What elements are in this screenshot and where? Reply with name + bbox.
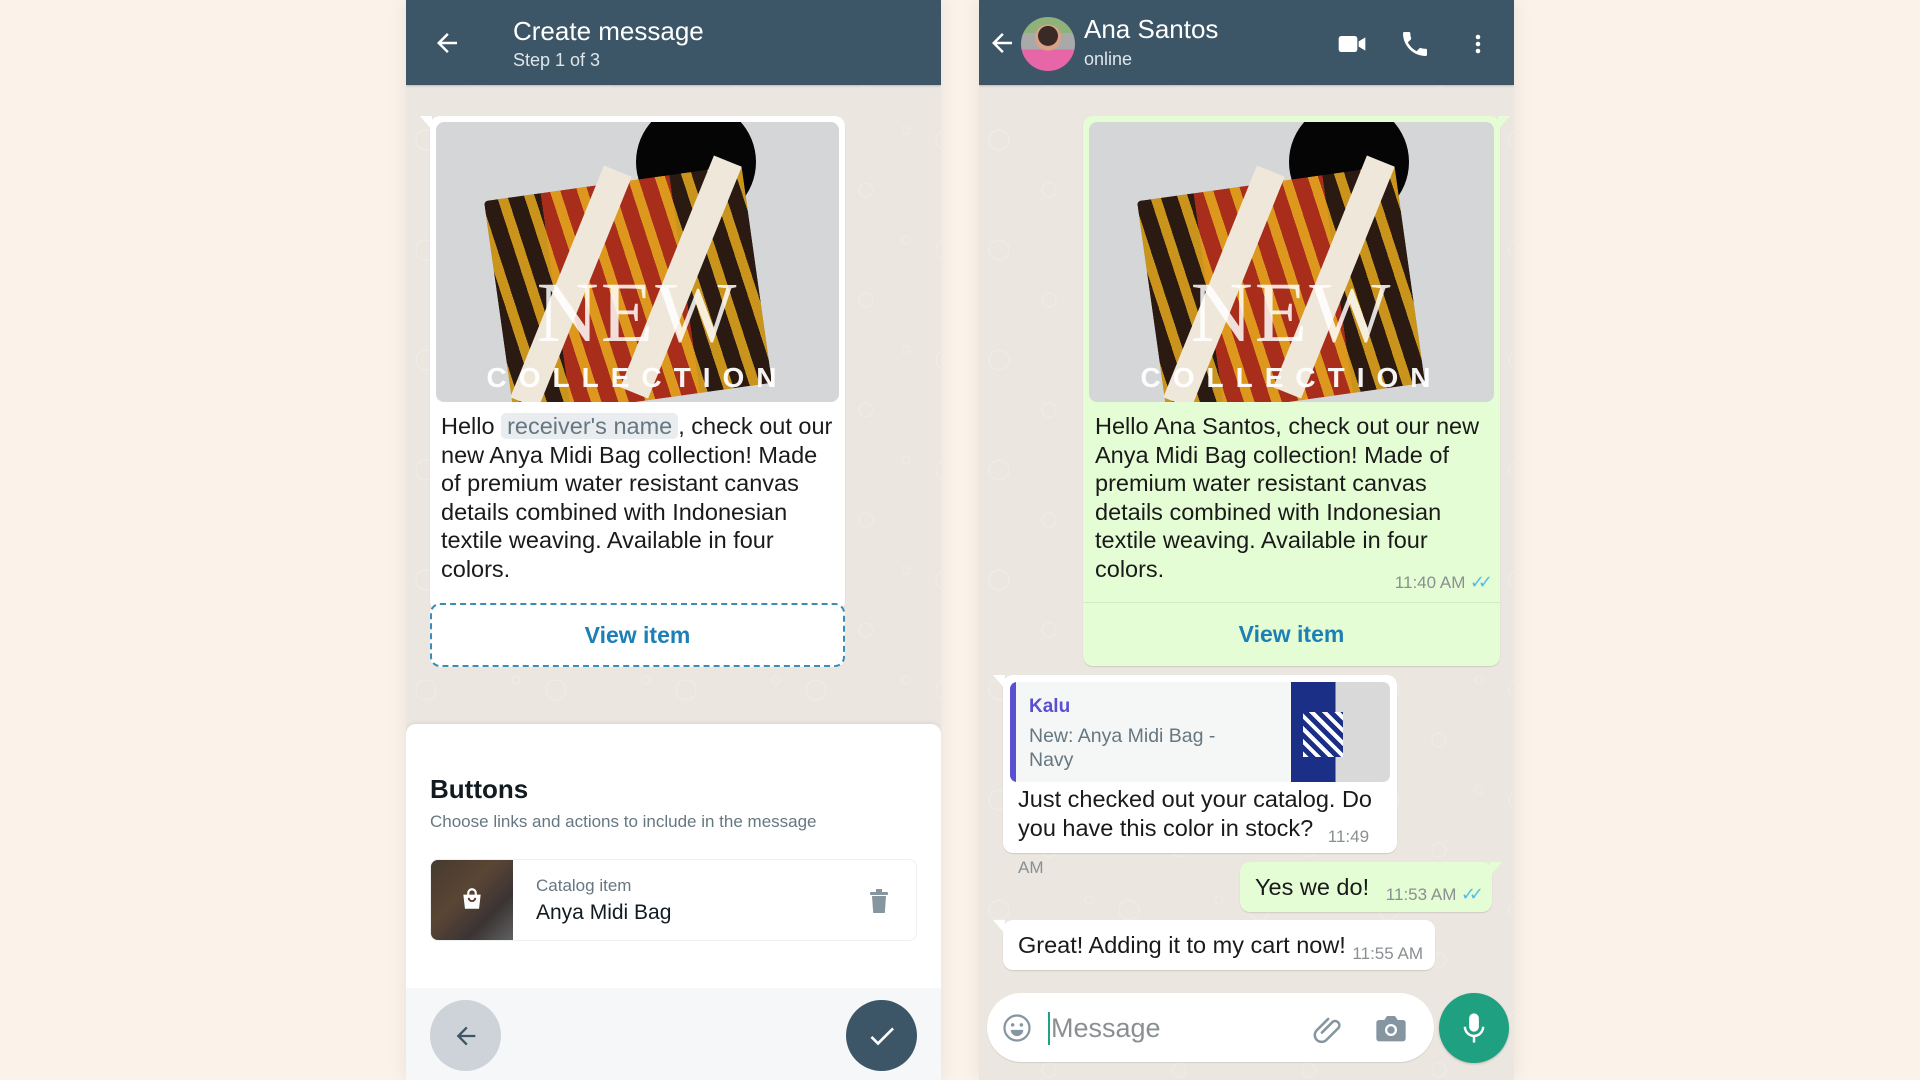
message-incoming-reply: Kalu New: Anya Midi Bag - Navy Just chec…	[993, 675, 1397, 877]
message-text: Yes we do!	[1255, 874, 1370, 900]
camera-icon[interactable]	[1375, 1013, 1407, 1043]
promo-image: NEW COLLECTION	[436, 122, 839, 402]
chat-screen: Ana Santos online NEW COLLECTION Hello A…	[979, 0, 1514, 1080]
catalog-item-type: Catalog item	[536, 876, 632, 895]
double-check-icon: ✓✓	[1469, 572, 1493, 592]
view-item-button-preview[interactable]: View item	[430, 603, 845, 667]
message-text-before: Hello	[441, 413, 502, 439]
arrow-left-icon	[456, 1026, 475, 1045]
catalog-item-name: Anya Midi Bag	[536, 901, 672, 924]
check-icon	[870, 1026, 894, 1045]
message-outgoing-reply: Yes we do! 11:53 AM ✓✓	[1240, 862, 1502, 912]
quote-thumbnail	[1291, 682, 1390, 782]
quoted-product[interactable]: Kalu New: Anya Midi Bag - Navy	[1010, 682, 1390, 782]
image-overlay-title: NEW	[536, 264, 739, 360]
arrow-left-icon[interactable]	[987, 28, 1017, 58]
image-overlay-subtitle: COLLECTION	[486, 362, 789, 393]
text-cursor	[1048, 1012, 1050, 1045]
buttons-sheet: Buttons Choose links and actions to incl…	[406, 724, 941, 1080]
message-meta: 11:40 AM ✓✓	[1394, 572, 1493, 593]
bubble-tail	[993, 920, 1005, 934]
message-text: Great! Adding it to my cart now!	[1018, 932, 1346, 958]
bubble-tail	[993, 675, 1005, 689]
image-overlay-subtitle: COLLECTION	[1140, 362, 1443, 393]
bubble-tail	[420, 116, 432, 130]
confirm-button[interactable]	[846, 1000, 917, 1071]
message-text: Hello Ana Santos, check out our new Anya…	[1095, 413, 1480, 582]
step-indicator: Step 1 of 3	[513, 50, 601, 70]
shopping-bag-icon	[463, 888, 481, 909]
bubble-tail	[1490, 862, 1502, 876]
contact-status: online	[1084, 49, 1133, 69]
message-time: 11:55 AM	[1352, 944, 1423, 963]
more-vert-icon[interactable]	[1466, 28, 1490, 60]
message-body: Hello receiver's name, check out our new…	[441, 412, 841, 583]
quote-author: Kalu	[1029, 696, 1071, 717]
page-title: Create message	[513, 16, 704, 46]
previous-step-button[interactable]	[430, 1000, 501, 1071]
view-item-button[interactable]: View item	[1083, 602, 1500, 666]
chat-header: Ana Santos online	[979, 0, 1514, 85]
message-time: 11:40 AM	[1394, 573, 1466, 592]
message-input[interactable]	[1051, 1008, 1291, 1048]
receiver-name-placeholder[interactable]: receiver's name	[501, 413, 679, 439]
quote-text: New: Anya Midi Bag - Navy	[1029, 725, 1216, 771]
voice-message-button[interactable]	[1439, 993, 1509, 1063]
contact-avatar[interactable]	[1021, 17, 1075, 71]
contact-name[interactable]: Ana Santos	[1084, 14, 1218, 45]
sheet-description: Choose links and actions to include in t…	[430, 812, 817, 831]
message-time: 11:53 AM	[1385, 885, 1457, 904]
attachment-icon[interactable]	[1312, 1012, 1346, 1046]
message-incoming: Great! Adding it to my cart now! 11:55 A…	[993, 920, 1435, 970]
emoji-icon[interactable]	[1002, 1013, 1032, 1043]
catalog-item-thumbnail	[431, 860, 513, 940]
arrow-left-icon[interactable]	[432, 28, 462, 58]
sheet-title: Buttons	[430, 774, 529, 804]
microphone-icon	[1463, 1013, 1485, 1043]
message-composer	[987, 993, 1434, 1062]
message-outgoing-promo: NEW COLLECTION Hello Ana Santos, check o…	[1083, 116, 1510, 666]
catalog-item-card[interactable]: Catalog item Anya Midi Bag	[430, 859, 917, 941]
trash-icon[interactable]	[868, 888, 890, 914]
promo-image[interactable]: NEW COLLECTION	[1089, 122, 1494, 402]
image-overlay-title: NEW	[1190, 264, 1393, 360]
bubble-tail	[1498, 116, 1510, 130]
create-message-screen: Create message Step 1 of 3 NEW COLLECTIO…	[406, 0, 941, 1080]
phone-icon[interactable]	[1399, 28, 1431, 60]
message-meta: 11:53 AM ✓✓	[1385, 884, 1484, 905]
video-call-icon[interactable]	[1336, 28, 1368, 60]
message-text-content: Just checked out your catalog. Do you ha…	[1018, 786, 1373, 841]
quote-accent-bar	[1010, 682, 1016, 782]
double-check-icon: ✓✓	[1460, 884, 1484, 904]
message-preview: NEW COLLECTION Hello receiver's name, ch…	[420, 116, 845, 612]
wizard-footer	[406, 988, 941, 1080]
app-bar: Create message Step 1 of 3	[406, 0, 941, 85]
